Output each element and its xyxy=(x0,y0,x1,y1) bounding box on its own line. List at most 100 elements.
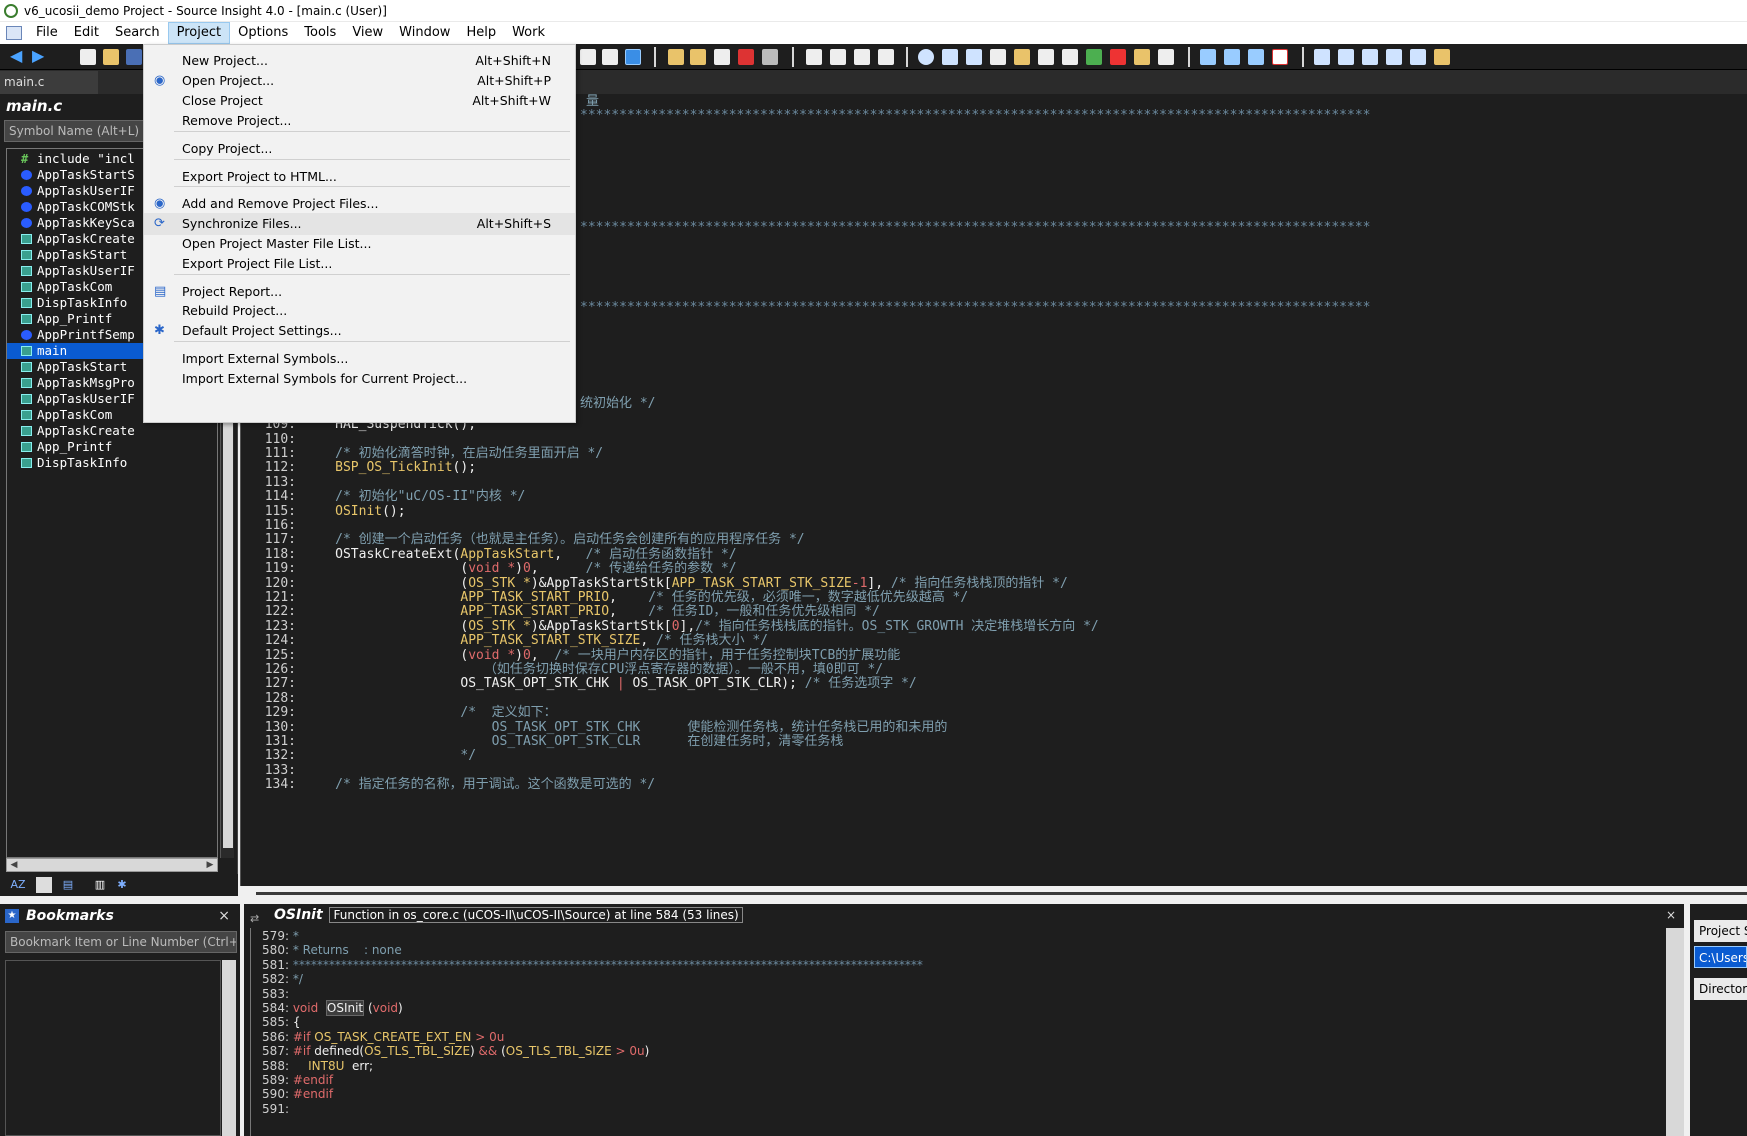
category-view-icon[interactable]: ▤ xyxy=(60,877,76,893)
toolbar-btn-t[interactable] xyxy=(1086,49,1102,65)
bookmark-search-input[interactable]: Bookmark Item or Line Number (Ctrl+M) xyxy=(5,931,237,953)
sort-az-icon[interactable]: AZ xyxy=(10,877,26,893)
menu-window[interactable]: Window xyxy=(391,22,458,44)
symbol-list-item[interactable]: DispTaskInfo xyxy=(7,455,217,471)
toolbar-btn-k[interactable] xyxy=(854,49,870,65)
toolbar-btn-dd[interactable] xyxy=(1386,49,1402,65)
project-menu-item[interactable]: ✱ Default Project Settings... xyxy=(144,320,575,342)
open-folder-icon[interactable] xyxy=(103,49,119,65)
toolbar-btn-u[interactable] xyxy=(1110,49,1126,65)
project-menu-item[interactable]: ◉ Open Project... Alt+Shift+P xyxy=(144,70,575,92)
toolbar-btn-cc[interactable] xyxy=(1362,49,1378,65)
toolbar-btn-o[interactable] xyxy=(966,49,982,65)
hscroll-track[interactable] xyxy=(256,892,1747,895)
menu-work[interactable]: Work xyxy=(504,22,553,44)
toolbar-btn-close-x[interactable] xyxy=(1272,49,1288,65)
new-file-icon[interactable] xyxy=(80,49,96,65)
toolbar-btn-w[interactable] xyxy=(1158,49,1174,65)
project-menu-item[interactable]: ◉ Add and Remove Project Files... xyxy=(144,193,575,215)
symbol-list-item[interactable]: App_Printf xyxy=(7,439,217,455)
toolbar-btn-z[interactable] xyxy=(1248,49,1264,65)
menu-project[interactable]: Project xyxy=(167,22,231,44)
tab-main-c[interactable]: main.c (User)× xyxy=(0,71,98,112)
scroll-left-icon[interactable]: ◀ xyxy=(7,859,21,871)
bookmarks-close-icon[interactable]: × xyxy=(218,904,230,928)
bookmark-list[interactable] xyxy=(5,960,221,1136)
context-scrollbar[interactable] xyxy=(1666,928,1684,1136)
menu-view[interactable]: View xyxy=(344,22,391,44)
toolbar-btn-a[interactable] xyxy=(580,49,596,65)
toolbar-btn-e[interactable] xyxy=(690,49,706,65)
toolbar-btn-b[interactable] xyxy=(602,49,618,65)
project-menu-item[interactable]: New Project... Alt+Shift+N xyxy=(144,50,575,72)
project-menu-item[interactable]: Open Project Master File List... xyxy=(144,233,575,255)
line-number: 591: xyxy=(262,1101,289,1116)
toolbar-btn-bb[interactable] xyxy=(1338,49,1354,65)
code-partial-line: ****************************************… xyxy=(580,220,1371,235)
toolbar-btn-m[interactable] xyxy=(918,49,934,65)
editor-hscrollbar[interactable] xyxy=(240,886,1747,900)
toolbar-btn-n[interactable] xyxy=(942,49,958,65)
project-menu-item[interactable]: ⟳ Synchronize Files... Alt+Shift+S xyxy=(144,213,575,235)
settings-gear-icon[interactable]: ✱ xyxy=(114,877,130,893)
list-view-icon[interactable] xyxy=(36,877,52,893)
project-panel: Project S C:\Users Director xyxy=(1690,904,1747,1136)
toolbar-btn-g[interactable] xyxy=(738,49,754,65)
context-code[interactable]: 579: * 580: * Returns : none 581: ********… xyxy=(250,928,1650,1136)
context-close-icon[interactable]: × xyxy=(1666,904,1676,926)
toolbar-btn-v[interactable] xyxy=(1134,49,1150,65)
bookmark-scrollbar[interactable] xyxy=(222,960,236,1136)
toolbar-btn-l[interactable] xyxy=(878,49,894,65)
code-token: 0 xyxy=(671,618,680,634)
system-menu-icon[interactable] xyxy=(6,26,22,40)
toolbar-btn-q[interactable] xyxy=(1014,49,1030,65)
symbol-label: include "incl xyxy=(37,151,135,166)
toolbar-btn-c[interactable] xyxy=(625,49,641,65)
directory-header[interactable]: Director xyxy=(1694,978,1747,1000)
project-menu-item[interactable]: Import External Symbols for Current Proj… xyxy=(144,368,575,390)
menu-options[interactable]: Options xyxy=(230,22,296,44)
toolbar-btn-j[interactable] xyxy=(830,49,846,65)
toolbar-btn-x[interactable] xyxy=(1200,49,1216,65)
toolbar-btn-p[interactable] xyxy=(990,49,1006,65)
toolbar-btn-f[interactable] xyxy=(714,49,730,65)
menu-item-label: Add and Remove Project Files... xyxy=(182,196,379,211)
book-icon[interactable]: ▥ xyxy=(92,877,108,893)
toolbar-btn-aa[interactable] xyxy=(1314,49,1330,65)
toolbar-btn-ff[interactable] xyxy=(1434,49,1450,65)
menu-separator xyxy=(174,186,570,187)
project-menu-item[interactable]: Import External Symbols... xyxy=(144,348,575,370)
toolbar-btn-y[interactable] xyxy=(1224,49,1240,65)
menu-file[interactable]: File xyxy=(28,22,66,44)
project-menu-item[interactable]: Remove Project... xyxy=(144,110,575,132)
project-symbols-tab[interactable]: Project S xyxy=(1694,920,1747,942)
symbol-window-toolbar: AZ ▤ ▥ ✱ xyxy=(0,874,238,896)
back-arrow-icon[interactable]: ◀ xyxy=(10,48,26,65)
toolbar-btn-s[interactable] xyxy=(1062,49,1078,65)
toolbar-btn-r[interactable] xyxy=(1038,49,1054,65)
symbol-list-item[interactable]: AppTaskCreate xyxy=(7,423,217,439)
menu-edit[interactable]: Edit xyxy=(66,22,107,44)
project-menu-item[interactable]: Close Project Alt+Shift+W xyxy=(144,90,575,112)
variable-icon xyxy=(21,186,32,196)
menu-help[interactable]: Help xyxy=(458,22,504,44)
toolbar-btn-ee[interactable] xyxy=(1410,49,1426,65)
save-icon[interactable] xyxy=(126,49,142,65)
scroll-right-icon[interactable]: ▶ xyxy=(203,859,217,871)
menu-item-label: Export Project File List... xyxy=(182,256,333,271)
symbol-list-hscrollbar[interactable]: ◀ ▶ xyxy=(6,858,218,872)
menu-tools[interactable]: Tools xyxy=(296,22,344,44)
code-token: （如任务切换时保存CPU浮点寄存器的数据）。一般不用，填0即可 */ xyxy=(483,662,884,677)
forward-arrow-icon[interactable]: ▶ xyxy=(32,48,48,65)
toolbar-btn-i[interactable] xyxy=(806,49,822,65)
project-menu-item[interactable]: Export Project to HTML... xyxy=(144,166,575,188)
project-menu-item[interactable]: Rebuild Project... xyxy=(144,300,575,322)
project-menu-item[interactable]: Copy Project... xyxy=(144,138,575,160)
menu-item-shortcut: Alt+Shift+W xyxy=(472,93,551,108)
project-path-field[interactable]: C:\Users xyxy=(1694,946,1747,968)
project-menu-item[interactable]: Export Project File List... xyxy=(144,253,575,275)
code-token: /* 指向任务栈栈底的指针。OS_STK_GROWTH 决定堆栈增长方向 */ xyxy=(695,618,1099,634)
toolbar-btn-d[interactable] xyxy=(668,49,684,65)
menu-search[interactable]: Search xyxy=(107,22,168,44)
toolbar-btn-h[interactable] xyxy=(762,49,778,65)
